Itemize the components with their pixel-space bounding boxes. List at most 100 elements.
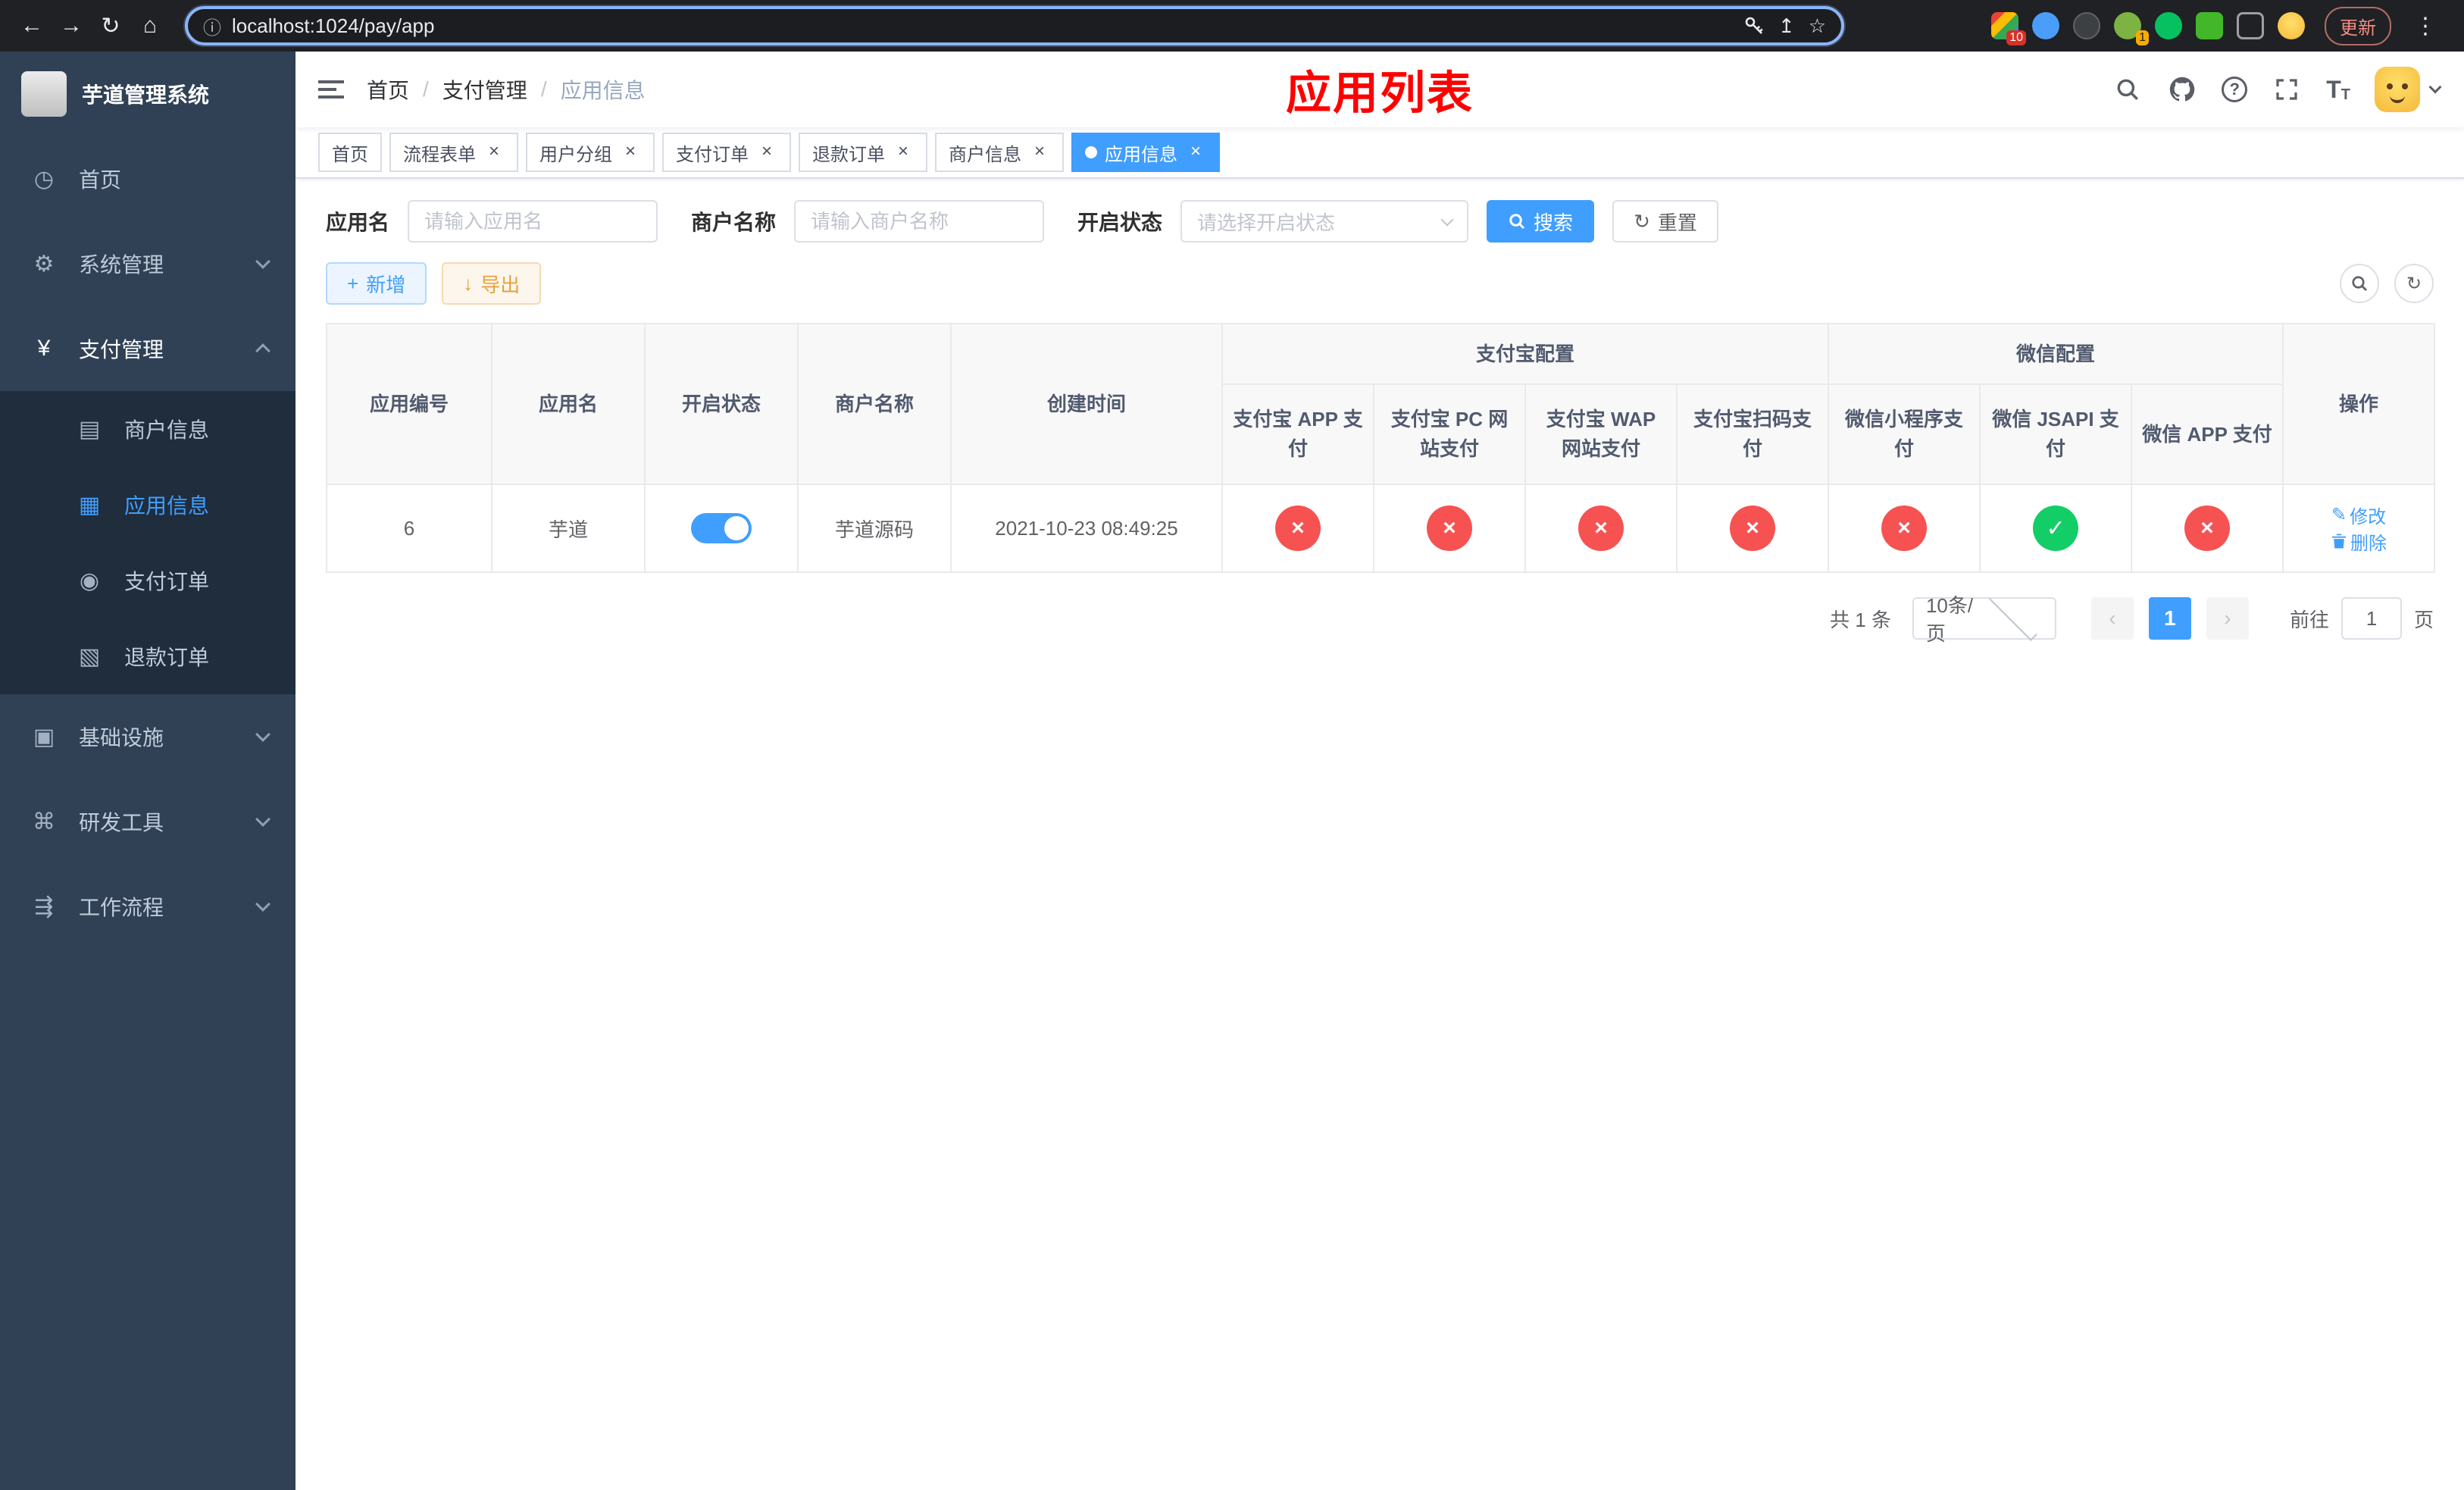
address-bar[interactable]: ⓘ localhost:1024/pay/app ↥ ☆ [185, 6, 1844, 45]
back-icon[interactable]: ← [12, 6, 52, 45]
sidebar-item-pay-orders[interactable]: ◉ 支付订单 [0, 543, 295, 618]
col-app-name: 应用名 [491, 323, 646, 485]
close-icon[interactable]: × [756, 142, 777, 163]
apps-table: 应用编号 应用名 开启状态 商户名称 创建时间 支付宝配置 微信配置 操作 支付… [326, 323, 2436, 573]
search-icon[interactable] [2112, 74, 2143, 105]
breadcrumb-current: 应用信息 [560, 79, 646, 102]
total-count: 共 1 条 [1830, 608, 1891, 631]
share-icon[interactable]: ↥ [1778, 14, 1795, 38]
export-button[interactable]: ↓ 导出 [442, 262, 542, 305]
sidebar-item-workflow[interactable]: ⇶ 工作流程 [0, 864, 295, 949]
goto-page-input[interactable] [2340, 597, 2402, 640]
sidebar-item-home[interactable]: ◷ 首页 [0, 136, 295, 221]
extension-icon-4[interactable]: 1 [2114, 12, 2149, 45]
edit-link[interactable]: ✎ 修改 [2331, 502, 2386, 528]
tab-refund-orders[interactable]: 退款订单 × [799, 133, 927, 172]
chevron-down-icon [255, 727, 270, 742]
github-icon[interactable] [2167, 74, 2197, 105]
toggle-search-button[interactable] [2340, 264, 2379, 303]
col-group-alipay: 支付宝配置 [1221, 323, 1830, 385]
bookmark-star-icon[interactable]: ☆ [1809, 14, 1826, 38]
user-menu[interactable] [2375, 67, 2442, 112]
chrome-update-button[interactable]: 更新 [2325, 6, 2391, 45]
sidebar-item-label: 商户信息 [124, 418, 210, 442]
delete-link[interactable]: 删除 [2331, 528, 2387, 555]
breadcrumb-separator: / [540, 77, 547, 101]
help-icon[interactable]: ? [2222, 77, 2248, 102]
site-info-icon[interactable]: ⓘ [203, 13, 221, 39]
merchant-name-input[interactable] [794, 200, 1045, 243]
extension-icon-6[interactable] [2196, 12, 2223, 39]
sidebar-item-system[interactable]: ⚙ 系统管理 [0, 221, 295, 306]
password-key-icon[interactable] [1743, 15, 1765, 36]
breadcrumb: 首页 / 支付管理 / 应用信息 [367, 74, 646, 105]
fullscreen-icon[interactable] [2272, 74, 2302, 105]
close-icon[interactable]: × [893, 142, 914, 163]
prev-page-button[interactable]: ‹ [2090, 597, 2134, 640]
close-icon[interactable]: × [1185, 142, 1206, 163]
browser-menu-icon[interactable]: ⋮ [2405, 13, 2446, 39]
sidebar-item-label: 支付订单 [124, 570, 210, 593]
extension-icon-1[interactable]: 10 [1991, 12, 2026, 45]
yen-icon: ¥ [37, 336, 51, 361]
sidebar-item-label: 系统管理 [79, 253, 164, 277]
extensions-puzzle-icon[interactable] [2237, 12, 2264, 39]
close-icon[interactable]: × [483, 142, 505, 163]
chevron-down-icon [255, 254, 270, 269]
gear-icon: ⚙ [33, 251, 55, 277]
tab-app-info[interactable]: 应用信息 × [1071, 133, 1220, 172]
reload-icon[interactable]: ↻ [91, 6, 130, 45]
close-icon[interactable]: × [620, 142, 641, 163]
breadcrumb-home[interactable]: 首页 [367, 74, 409, 105]
tab-home[interactable]: 首页 [318, 133, 382, 172]
col-alipay-qr: 支付宝扫码支付 [1675, 383, 1830, 485]
tab-pay-orders[interactable]: 支付订单 × [662, 133, 791, 172]
status-select[interactable]: 请选择开启状态 [1180, 200, 1469, 243]
sidebar-item-refund-orders[interactable]: ▧ 退款订单 [0, 618, 295, 694]
extension-icon-5[interactable] [2155, 12, 2182, 39]
status-toggle[interactable] [691, 513, 752, 543]
add-button[interactable]: + 新增 [326, 262, 427, 305]
search-button[interactable]: 搜索 [1487, 200, 1595, 243]
reset-button[interactable]: ↻ 重置 [1612, 200, 1718, 243]
extension-icon-2[interactable] [2032, 12, 2059, 39]
grid-icon: ▦ [78, 492, 101, 518]
chevron-down-icon [255, 812, 270, 827]
refresh-button[interactable]: ↻ [2394, 264, 2434, 303]
page-size-select[interactable]: 10条/页 [1912, 593, 2056, 645]
cell-merchant: 芋道源码 [797, 484, 952, 573]
sidebar-item-payment[interactable]: ¥ 支付管理 [0, 306, 295, 391]
app-name-input[interactable] [408, 200, 658, 243]
forward-icon[interactable]: → [52, 6, 91, 45]
sidebar-item-infra[interactable]: ▣ 基础设施 [0, 694, 295, 779]
hamburger-icon[interactable] [295, 80, 367, 99]
extension-icon-8[interactable] [2278, 12, 2305, 39]
tab-merchant-info[interactable]: 商户信息 × [935, 133, 1064, 172]
font-size-icon[interactable]: TT [2326, 76, 2350, 104]
sidebar-item-merchant-info[interactable]: ▤ 商户信息 [0, 391, 295, 467]
toolbar: + 新增 ↓ 导出 ↻ [326, 262, 2434, 305]
infra-icon: ▣ [33, 724, 55, 750]
tab-user-group[interactable]: 用户分组 × [526, 133, 655, 172]
chevron-down-icon [1440, 213, 1454, 227]
close-icon[interactable]: × [1029, 142, 1050, 163]
home-icon[interactable]: ⌂ [130, 6, 170, 45]
col-created: 创建时间 [950, 323, 1223, 485]
next-page-button[interactable]: › [2206, 597, 2249, 640]
col-status: 开启状态 [644, 323, 799, 485]
col-actions: 操作 [2282, 323, 2436, 485]
dashboard-icon: ◷ [33, 166, 55, 192]
breadcrumb-payment[interactable]: 支付管理 [442, 74, 527, 105]
extensions-area: 10 1 更新 ⋮ [1991, 6, 2452, 45]
url-text[interactable]: localhost:1024/pay/app [232, 14, 1733, 38]
sidebar-item-app-info[interactable]: ▦ 应用信息 [0, 467, 295, 543]
breadcrumb-separator: / [423, 77, 429, 101]
extension-icon-3[interactable] [2073, 12, 2100, 39]
page-1-button[interactable]: 1 [2148, 597, 2191, 640]
sidebar-item-dev-tools[interactable]: ⌘ 研发工具 [0, 779, 295, 864]
wx-mini-status-icon: × [1881, 506, 1928, 551]
sidebar-item-label: 退款订单 [124, 646, 210, 669]
tab-process-form[interactable]: 流程表单 × [389, 133, 518, 172]
sidebar-logo-row[interactable]: 芋道管理系统 [0, 52, 295, 136]
sidebar-item-label: 应用信息 [124, 494, 210, 518]
